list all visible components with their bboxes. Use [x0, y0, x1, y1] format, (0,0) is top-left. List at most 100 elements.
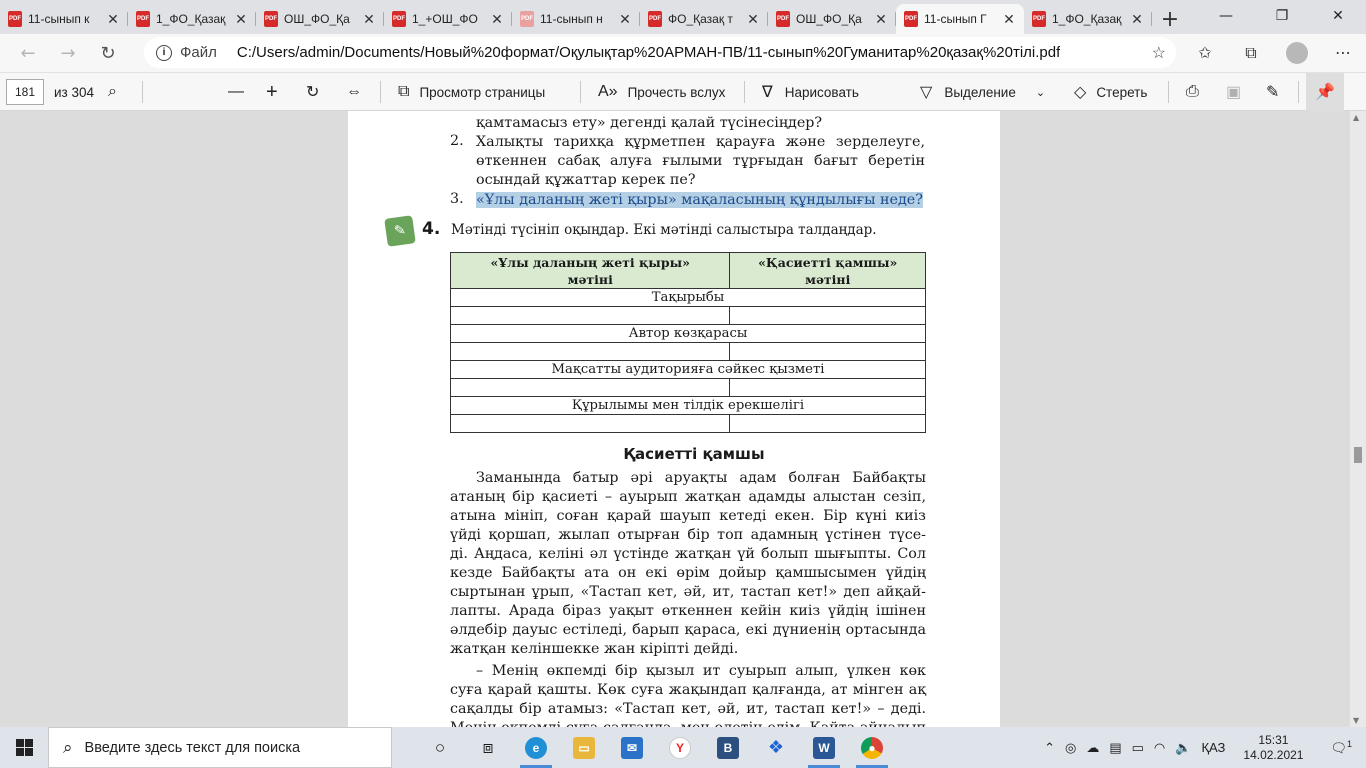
close-tab-icon[interactable]: ✕ [1130, 11, 1144, 28]
scroll-thumb[interactable] [1354, 447, 1362, 463]
scroll-up-icon[interactable]: ▲ [1353, 113, 1359, 122]
clock[interactable]: 15:31 14.02.2021 [1230, 733, 1316, 763]
tab-5[interactable]: PDF 11-сынып н ✕ [512, 4, 640, 34]
rotate-icon[interactable]: ↻ [306, 73, 319, 111]
more-menu-icon[interactable]: ⋯ [1320, 37, 1366, 68]
print-icon[interactable]: ⎙ [1186, 73, 1199, 111]
close-tab-icon[interactable]: ✕ [490, 11, 504, 28]
pdf-icon: PDF [264, 11, 278, 27]
onedrive-icon[interactable]: ☁ [1081, 740, 1104, 756]
pdf-icon: PDF [648, 11, 662, 27]
tab-8[interactable]: PDF 11-сынып Г ✕ [896, 4, 1024, 34]
pdf-icon: PDF [520, 11, 534, 27]
cortana-icon[interactable]: ○ [416, 727, 464, 768]
page-total: из 304 [54, 84, 95, 100]
close-window-button[interactable]: ✕ [1310, 0, 1366, 32]
security-icon[interactable]: ◎ [1060, 740, 1081, 756]
search-icon[interactable]: ⌕ [108, 73, 117, 111]
clipboard-icon[interactable]: ▤ [1104, 740, 1126, 756]
address-bar-row: ← → ↻ i Файл C:/Users/admin/Documents/Но… [0, 34, 1366, 72]
tab-2[interactable]: PDF 1_ФО_Қазақ ✕ [128, 4, 256, 34]
close-tab-icon[interactable]: ✕ [1002, 11, 1016, 28]
forward-button[interactable]: → [48, 37, 88, 69]
close-tab-icon[interactable]: ✕ [746, 11, 760, 28]
divider [142, 81, 143, 103]
zoom-out-icon[interactable]: — [228, 73, 244, 111]
task-view-icon[interactable]: ⧈ [464, 727, 512, 768]
dropbox-icon[interactable]: ❖ [752, 727, 800, 768]
wifi-icon[interactable]: ◠ [1149, 740, 1170, 756]
chrome-icon[interactable]: ● [848, 727, 896, 768]
highlight-button[interactable]: ▽ Выделение ⌄ [920, 73, 1045, 111]
tab-3[interactable]: PDF ОШ_ФО_Қа ✕ [256, 4, 384, 34]
word-icon[interactable]: W [800, 727, 848, 768]
new-tab-button[interactable]: + [1152, 4, 1188, 34]
text-line: Заманында батыр әрі аруақты адам болған … [476, 470, 926, 486]
tab-6[interactable]: PDF ФО_Қазақ т ✕ [640, 4, 768, 34]
close-tab-icon[interactable]: ✕ [234, 11, 248, 28]
scroll-down-icon[interactable]: ▼ [1353, 716, 1359, 725]
tab-9[interactable]: PDF 1_ФО_Қазақ ✕ [1024, 4, 1152, 34]
vertical-scrollbar[interactable]: ▲ ▼ [1350, 111, 1366, 727]
reload-button[interactable]: ↻ [88, 37, 128, 69]
battery-icon[interactable]: ▭ [1127, 740, 1149, 756]
read-aloud-button[interactable]: A» Прочесть вслух [598, 73, 725, 111]
tab-strip: PDF 11-сынып к ✕ PDF 1_ФО_Қазақ ✕ PDF ОШ_ФО_Қа ✕… [0, 0, 1366, 34]
mail-icon[interactable]: ✉ [608, 727, 656, 768]
eraser-icon: ◇ [1074, 84, 1087, 101]
table-header-cell: «Ұлы даланың жеті қыры» мәтіні [449, 252, 731, 289]
volume-icon[interactable]: 🔈 [1170, 740, 1196, 756]
page-number-input[interactable]: 181 [6, 79, 44, 105]
chevron-up-icon[interactable]: ⌃ [1039, 740, 1060, 756]
zoom-in-icon[interactable]: + [266, 73, 278, 111]
table-row-label: Тақырыбы [450, 288, 926, 307]
start-button[interactable] [0, 727, 48, 768]
b-app-icon[interactable]: B [704, 727, 752, 768]
back-button[interactable]: ← [8, 37, 48, 69]
page-view-button[interactable]: ⧉ Просмотр страницы [398, 73, 545, 111]
text-line: сыртынан ұрып, «Тастап кет, әй, ит, таст… [450, 584, 926, 600]
save-as-icon[interactable]: ✎ [1266, 73, 1279, 111]
url-text[interactable]: C:/Users/admin/Documents/Новый%20формат/… [237, 44, 1060, 61]
system-tray: ⌃ ◎ ☁ ▤ ▭ ◠ 🔈 ҚАЗ 15:31 14.02.2021 🗨1 [1039, 727, 1366, 768]
address-field[interactable]: i Файл C:/Users/admin/Documents/Новый%20… [144, 37, 1176, 68]
edge-app-icon[interactable]: e [512, 727, 560, 768]
close-tab-icon[interactable]: ✕ [362, 11, 376, 28]
minimize-button[interactable]: — [1198, 0, 1254, 32]
tab-1[interactable]: PDF 11-сынып к ✕ [0, 4, 128, 34]
close-tab-icon[interactable]: ✕ [874, 11, 888, 28]
highlighted-text[interactable]: «Ұлы даланың жеті қыры» мақаласының құнд… [476, 192, 923, 208]
collections-icon[interactable]: ⧉ [1228, 37, 1274, 68]
add-favorite-icon[interactable]: ☆ [1152, 43, 1166, 63]
close-tab-icon[interactable]: ✕ [618, 11, 632, 28]
pdf-viewer[interactable]: қамтамасыз ету» дегенді қалай түсінесіңд… [0, 111, 1366, 727]
taskbar-search[interactable]: ⌕ Введите здесь текст для поиска [48, 727, 392, 768]
tab-title: ОШ_ФО_Қа [796, 12, 862, 26]
erase-button[interactable]: ◇ Стереть [1074, 73, 1147, 111]
file-explorer-icon[interactable]: ▭ [560, 727, 608, 768]
tab-7[interactable]: PDF ОШ_ФО_Қа ✕ [768, 4, 896, 34]
question-3: «Ұлы даланың жеті қыры» мақаласының құнд… [476, 191, 923, 210]
avatar[interactable] [1286, 41, 1308, 64]
chevron-down-icon[interactable]: ⌄ [1036, 86, 1045, 99]
language-indicator[interactable]: ҚАЗ [1196, 740, 1230, 755]
fit-page-icon[interactable]: ⇔ [346, 73, 362, 111]
table-cell [449, 342, 731, 361]
comparison-table: «Ұлы даланың жеті қыры» мәтіні «Қасиетті … [449, 252, 926, 433]
tab-title: 11-сынып к [28, 12, 90, 26]
text-line: жатқан келіншекке жан кіріпті дейді. [450, 641, 739, 657]
divider [380, 81, 381, 103]
info-icon[interactable]: i [156, 44, 172, 61]
close-tab-icon[interactable]: ✕ [106, 11, 120, 28]
yandex-icon[interactable]: Y [656, 727, 704, 768]
tab-4[interactable]: PDF 1_+ОШ_ФО ✕ [384, 4, 512, 34]
favorites-icon[interactable]: ✩ [1182, 37, 1228, 68]
pdf-icon: PDF [136, 11, 150, 27]
save-icon[interactable]: ▣ [1226, 73, 1241, 111]
text-line: лапты. Арада біраз уақыт өткеннен кейін … [450, 603, 926, 619]
restore-button[interactable]: ❐ [1254, 0, 1310, 32]
pin-toolbar-icon[interactable]: 📌 [1306, 73, 1344, 111]
page-view-icon: ⧉ [398, 83, 410, 100]
draw-button[interactable]: ∇ Нарисовать [762, 73, 859, 111]
notifications-icon[interactable]: 🗨1 [1316, 739, 1366, 756]
